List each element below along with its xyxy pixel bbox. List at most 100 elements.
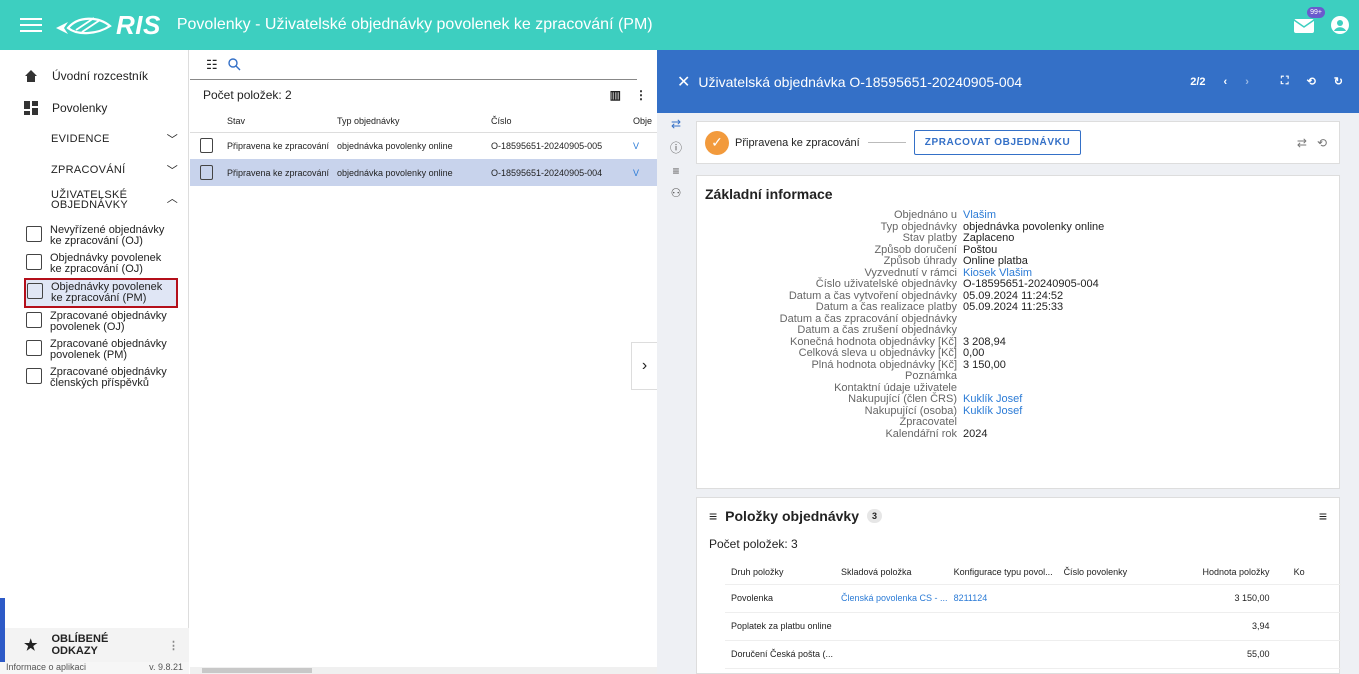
- search-icon[interactable]: [227, 58, 241, 71]
- sidebar-item-objednavky-pm[interactable]: Objednávky povolenek ke zpracování (PM): [24, 278, 178, 308]
- dashboard-icon: [24, 101, 38, 115]
- section-title: Základní informace: [705, 186, 833, 202]
- column-header[interactable]: Stav: [223, 110, 333, 133]
- table-row[interactable]: Poplatek za platbu online 3,94: [725, 612, 1341, 641]
- refresh-icon[interactable]: ↻: [1334, 75, 1343, 88]
- fullscreen-icon[interactable]: ⛶: [1281, 75, 1289, 88]
- sidebar-item-label: Objednávky povolenek ke zpracování (PM): [51, 281, 163, 304]
- sidebar-item-povolenky[interactable]: Povolenky: [0, 92, 188, 124]
- more-vert-icon[interactable]: ⋮: [168, 639, 179, 652]
- info-value[interactable]: Kuklík Josef: [963, 393, 1022, 406]
- cell-sklad[interactable]: Členská povolenka CS - ...: [835, 584, 948, 613]
- column-header[interactable]: Obje: [629, 110, 657, 133]
- check-icon: ✓: [705, 130, 729, 155]
- cell-cislo: [1057, 584, 1170, 613]
- info-value: O-18595651-20240905-004: [963, 278, 1099, 290]
- info-icon[interactable]: ⓘ: [670, 139, 682, 156]
- cell-obje[interactable]: V: [629, 159, 657, 186]
- about-app-link[interactable]: Informace o aplikaci: [6, 662, 86, 674]
- chevron-down-icon: ﹀: [166, 165, 178, 177]
- column-header[interactable]: Konfigurace typu povol...: [947, 560, 1058, 585]
- process-order-button[interactable]: ZPRACOVAT OBJEDNÁVKU: [913, 130, 1082, 155]
- chevron-right-icon: ›: [641, 357, 648, 374]
- section-title: Položky objednávky: [725, 508, 859, 524]
- section-label: UŽIVATELSKÉ OBJEDNÁVKY: [51, 189, 128, 211]
- more-vert-icon[interactable]: ⋮: [635, 88, 647, 102]
- order-icon: [27, 283, 43, 299]
- info-row: Konečná hodnota objednávky [Kč] 3 208,94: [697, 336, 1337, 349]
- column-header[interactable]: Skladová položka: [835, 560, 948, 585]
- info-value: 3 150,00: [963, 358, 1006, 371]
- notifications-icon[interactable]: 99+: [1293, 7, 1325, 35]
- horizontal-scrollbar[interactable]: [190, 667, 657, 674]
- sidebar-item-zpracovane-pm[interactable]: Zpracované objednávky povolenek (PM): [0, 336, 188, 364]
- info-value[interactable]: Vlašim: [963, 209, 996, 222]
- cell-konf[interactable]: 8211124: [947, 584, 1058, 613]
- status-card: ✓ Připravena ke zpracování ZPRACOVAT OBJ…: [696, 121, 1340, 164]
- order-icon: [26, 254, 42, 270]
- info-key: Stav platby: [902, 232, 957, 244]
- sidebar-item-nevyrizene-oj[interactable]: Nevyřízené objednávky ke zpracování (OJ): [0, 222, 188, 250]
- cell-obje[interactable]: V: [629, 132, 657, 159]
- sidebar-item-home[interactable]: Úvodní rozcestník: [0, 60, 188, 92]
- version-label: v. 9.8.21: [149, 662, 183, 672]
- menu-icon[interactable]: [20, 18, 42, 32]
- basic-info-card: Základní informace Objednáno u Vlašim Typ …: [696, 175, 1340, 489]
- document-icon: [200, 165, 213, 180]
- chevron-left-icon[interactable]: ‹: [1224, 76, 1228, 88]
- info-key: Datum a čas realizace platby: [815, 301, 957, 313]
- column-header[interactable]: Číslo: [487, 110, 629, 133]
- orders-table: Stav Typ objednávky Číslo Obje Připraven…: [190, 110, 657, 186]
- info-value: Zaplaceno: [963, 232, 1015, 244]
- sidebar-item-zpracovane-clenske[interactable]: Zpracované objednávky členských příspěvk…: [0, 364, 188, 392]
- app-logo[interactable]: RIS: [54, 10, 161, 41]
- column-header[interactable]: Ko: [1287, 560, 1341, 585]
- chevron-up-icon: ︿: [166, 193, 178, 205]
- column-header[interactable]: Typ objednávky: [333, 110, 487, 133]
- count-badge: 3: [867, 509, 883, 523]
- sidebar-item-zpracovane-oj[interactable]: Zpracované objednávky povolenek (OJ): [0, 308, 188, 336]
- user-account-icon[interactable]: [1331, 16, 1349, 34]
- expand-panel-button[interactable]: ›: [631, 342, 657, 390]
- filter-icon[interactable]: ☷: [206, 57, 218, 73]
- info-key: Způsob úhrady: [883, 255, 957, 267]
- history-icon[interactable]: ⟲: [1317, 136, 1327, 150]
- sidebar-section-evidence[interactable]: EVIDENCE ﹀: [0, 124, 188, 154]
- chevron-right-icon[interactable]: ›: [1245, 76, 1249, 88]
- brand-name: RIS: [116, 9, 161, 40]
- favorites-links[interactable]: ★ OBLÍBENÉ ODKAZY ⋮: [0, 598, 189, 662]
- users-icon[interactable]: ⚇: [671, 186, 682, 200]
- info-value[interactable]: Kuklík Josef: [963, 405, 1022, 418]
- table-row[interactable]: Doručení Česká pošta (... 55,00: [725, 640, 1341, 669]
- table-row[interactable]: Povolenka Členská povolenka CS - ... 821…: [725, 584, 1341, 613]
- sidebar-section-zpracovani[interactable]: ZPRACOVÁNÍ ﹀: [0, 154, 188, 186]
- list-icon[interactable]: ≡: [1319, 508, 1327, 524]
- workflow-icon[interactable]: ⇄: [671, 117, 681, 131]
- columns-icon[interactable]: ▥: [610, 88, 621, 102]
- sidebar: Úvodní rozcestník Povolenky EVIDENCE ﹀ Z…: [0, 50, 189, 674]
- info-key: Zpracovatel: [899, 416, 957, 428]
- info-row: Datum a čas zpracování objednávky: [697, 313, 1337, 326]
- workflow-icon[interactable]: ⇄: [1297, 136, 1307, 150]
- info-row: Objednáno u Vlašim: [697, 209, 1337, 222]
- table-row-selected[interactable]: Připravena ke zpracování objednávka povo…: [190, 159, 657, 186]
- order-icon: [26, 226, 42, 242]
- column-header[interactable]: Hodnota položky: [1169, 560, 1288, 585]
- star-icon: ★: [24, 637, 38, 654]
- cell-cislo: [1057, 612, 1170, 641]
- list-icon[interactable]: ≡: [672, 164, 679, 178]
- cell-stav: Připravena ke zpracování: [223, 159, 333, 186]
- pager-label: 2/2: [1190, 75, 1206, 88]
- close-icon[interactable]: ✕: [677, 72, 690, 92]
- history-icon[interactable]: ⟲: [1307, 75, 1316, 88]
- search-bar[interactable]: ☷: [190, 50, 637, 80]
- sidebar-item-label: Zpracované objednávky povolenek (OJ): [50, 310, 167, 333]
- column-header[interactable]: Číslo povolenky: [1057, 560, 1170, 585]
- column-header[interactable]: Druh položky: [725, 560, 835, 585]
- info-row: Číslo uživatelské objednávky O-18595651-2…: [697, 278, 1337, 291]
- sidebar-item-objednavky-oj[interactable]: Objednávky povolenek ke zpracování (OJ): [0, 250, 188, 278]
- table-row[interactable]: Připravena ke zpracování objednávka povo…: [190, 132, 657, 159]
- info-key: Kalendářní rok: [885, 427, 957, 440]
- sidebar-section-uzivatelske-objednavky[interactable]: UŽIVATELSKÉ OBJEDNÁVKY ︿: [0, 186, 188, 222]
- order-icon: [26, 368, 42, 384]
